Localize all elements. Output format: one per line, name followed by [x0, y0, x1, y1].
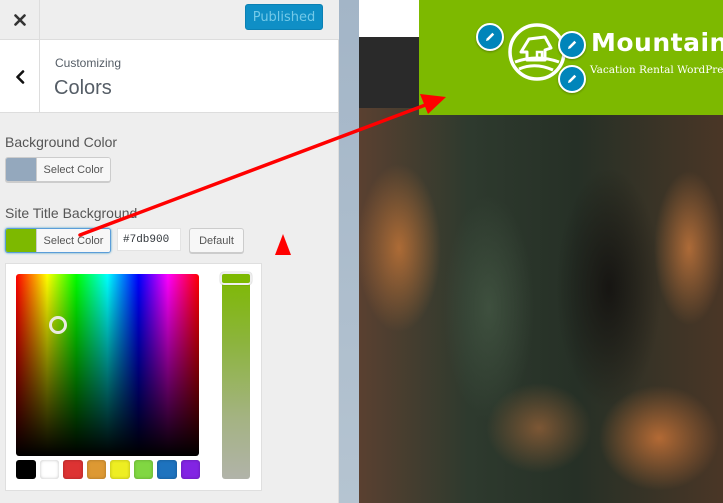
edit-logo-shortcut[interactable]: [476, 23, 504, 51]
back-button[interactable]: [0, 40, 40, 113]
color-saturation-field[interactable]: [16, 274, 199, 456]
default-color-button[interactable]: Default: [189, 228, 244, 253]
color-palette: [16, 460, 200, 479]
edit-tagline-shortcut[interactable]: [558, 65, 586, 93]
annotation-triangle-marker: [275, 234, 291, 255]
color-picker-panel: [5, 263, 262, 491]
chevron-left-icon: [15, 69, 24, 84]
edit-site-title-shortcut[interactable]: [558, 31, 586, 59]
background-color-swatch: [6, 158, 37, 181]
site-title-background-swatch: [6, 229, 37, 252]
site-title-background-select-button[interactable]: Select Color: [5, 228, 111, 253]
preview-dark-bar: [359, 37, 419, 108]
palette-swatch[interactable]: [39, 460, 59, 479]
palette-swatch[interactable]: [63, 460, 83, 479]
palette-swatch[interactable]: [110, 460, 130, 479]
site-title-background-label: Site Title Background: [5, 205, 138, 221]
pencil-icon: [568, 74, 577, 83]
preview-top-bar: [359, 0, 419, 37]
site-preview: Mountainv Vacation Rental WordPress: [359, 0, 723, 503]
preview-gutter: [339, 0, 359, 503]
breadcrumb: Customizing: [55, 56, 122, 70]
palette-swatch[interactable]: [133, 460, 153, 479]
customizer-header: Published: [0, 0, 339, 40]
hex-color-input[interactable]: [117, 228, 181, 251]
section-title: Colors: [54, 77, 112, 99]
site-title[interactable]: Mountainv: [591, 28, 723, 57]
palette-swatch[interactable]: [86, 460, 106, 479]
select-color-label: Select Color: [37, 229, 110, 252]
customizer-sidebar: Published Customizing Colors Background …: [0, 0, 339, 503]
site-title-header: Mountainv Vacation Rental WordPress: [419, 0, 723, 115]
slider-handle[interactable]: [220, 272, 252, 285]
palette-swatch[interactable]: [180, 460, 200, 479]
color-strip-slider[interactable]: [220, 272, 252, 479]
published-button[interactable]: Published: [245, 4, 323, 30]
hero-forest-image: [359, 108, 723, 503]
select-color-label: Select Color: [37, 158, 110, 181]
background-color-label: Background Color: [5, 134, 118, 150]
close-icon: [13, 13, 26, 26]
pencil-icon: [568, 40, 577, 49]
pencil-icon: [486, 32, 495, 41]
background-color-select-button[interactable]: Select Color: [5, 157, 111, 182]
close-customizer-button[interactable]: [0, 0, 40, 39]
palette-swatch[interactable]: [16, 460, 36, 479]
color-field-marker[interactable]: [49, 316, 67, 334]
section-header: Customizing Colors: [0, 40, 338, 113]
palette-swatch[interactable]: [157, 460, 177, 479]
site-tagline: Vacation Rental WordPress: [590, 64, 723, 76]
